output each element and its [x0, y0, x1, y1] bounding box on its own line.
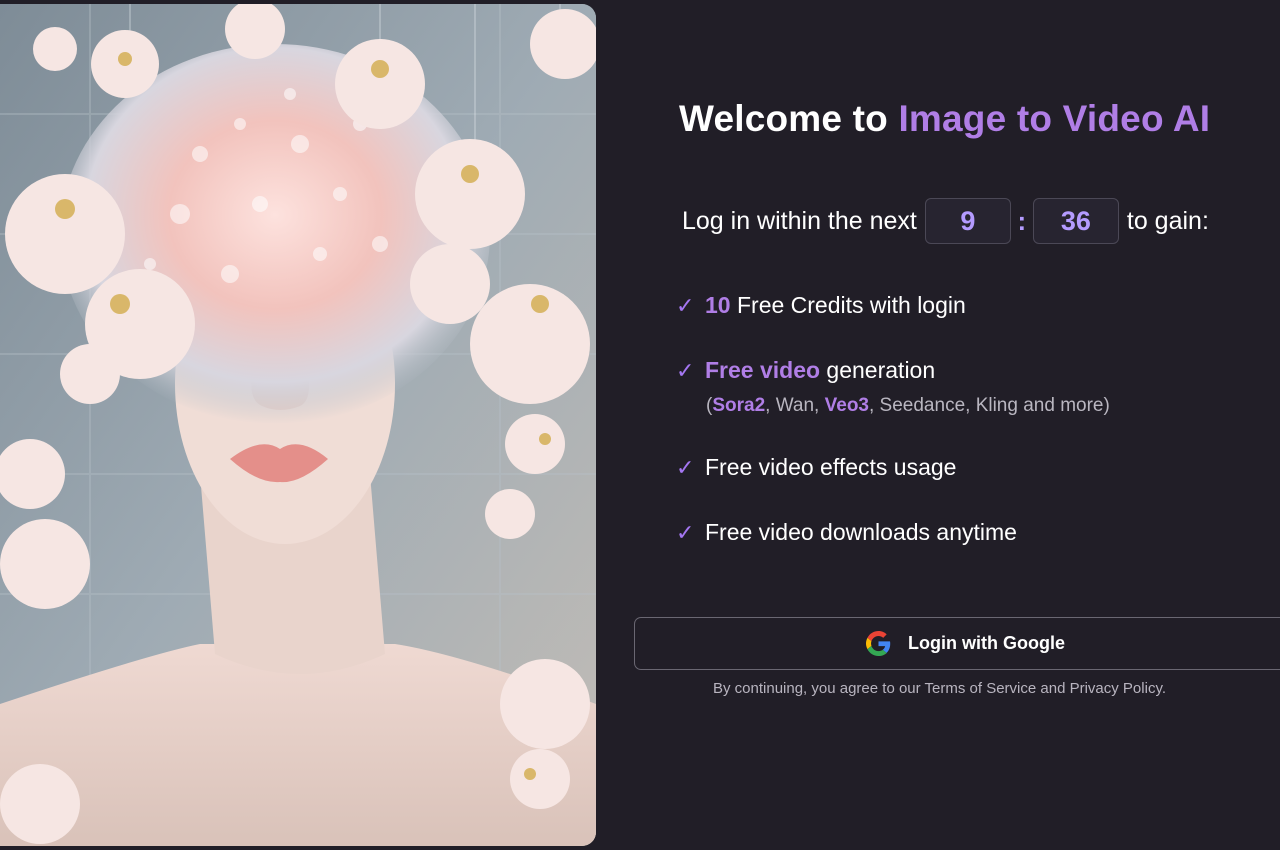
- countdown-prefix: Log in within the next: [682, 206, 917, 235]
- model-sora2: Sora2: [712, 395, 766, 416]
- model-veo3: Veo3: [824, 395, 869, 416]
- countdown-colon: :: [1017, 205, 1027, 236]
- benefit-credits-count: 10: [705, 292, 731, 318]
- benefit-video-downloads: ✓ Free video downloads anytime: [676, 519, 1017, 546]
- benefit-video-accent: Free video: [705, 357, 821, 383]
- login-button-label: Login with Google: [908, 633, 1065, 653]
- welcome-prefix: Welcome to: [679, 98, 899, 139]
- login-with-google-button[interactable]: Login with Google: [634, 617, 1280, 670]
- benefit-credits-text: Free Credits with login: [730, 292, 966, 318]
- check-icon: ✓: [676, 455, 695, 480]
- hero-image: [0, 4, 596, 846]
- google-icon: [866, 631, 891, 656]
- benefit-downloads-text: Free video downloads anytime: [705, 519, 1017, 545]
- login-page: Welcome to Image to Video AI Log in with…: [0, 0, 1280, 850]
- check-icon: ✓: [676, 520, 695, 545]
- benefit-free-video: ✓ Free video generation: [676, 357, 935, 384]
- hero-illustration: [0, 4, 596, 846]
- check-icon: ✓: [676, 358, 695, 383]
- countdown-seconds: 36: [1032, 198, 1119, 244]
- benefit-effects-text: Free video effects usage: [705, 454, 957, 480]
- brand-name: Image to Video AI: [898, 98, 1211, 139]
- benefit-video-effects: ✓ Free video effects usage: [676, 454, 956, 481]
- models-rest: , Seedance, Kling and more): [869, 395, 1110, 416]
- benefit-video-text: generation: [820, 357, 936, 383]
- terms-notice: By continuing, you agree to our Terms of…: [713, 680, 1166, 697]
- countdown-row: Log in within the next 9 : 36 to gain:: [682, 198, 1209, 244]
- models-mid: , Wan,: [765, 395, 825, 416]
- countdown-minutes: 9: [924, 198, 1011, 244]
- welcome-heading: Welcome to Image to Video AI: [679, 98, 1210, 140]
- countdown-suffix: to gain:: [1126, 206, 1209, 235]
- benefit-free-credits: ✓ 10 Free Credits with login: [676, 292, 966, 319]
- check-icon: ✓: [676, 293, 695, 318]
- supported-models: (Sora2, Wan, Veo3, Seedance, Kling and m…: [706, 395, 1110, 417]
